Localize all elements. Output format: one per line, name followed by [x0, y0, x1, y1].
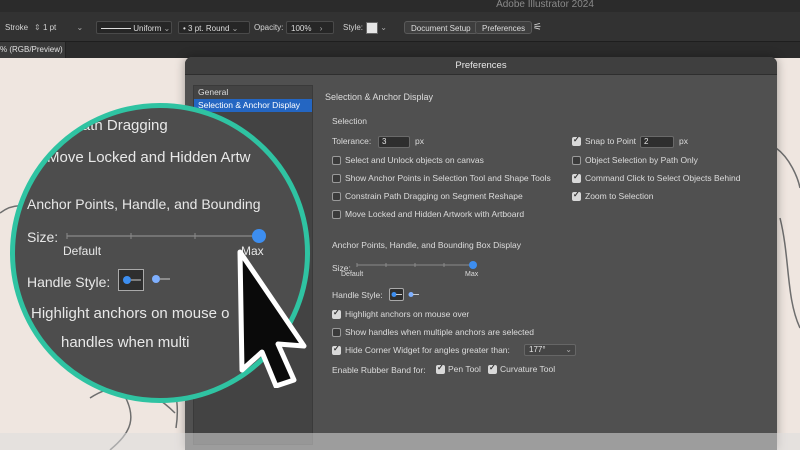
show-anchor-points-checkbox[interactable]	[332, 174, 341, 183]
tab-strip	[66, 42, 800, 58]
hide-corner-widget-label[interactable]: Hide Corner Widget for angles greater th…	[345, 345, 510, 355]
handle-solid-icon	[391, 292, 402, 297]
move-locked-checkbox[interactable]	[332, 210, 341, 219]
stroke-label[interactable]: Stroke	[5, 21, 28, 34]
snap-to-point-checkbox[interactable]	[572, 135, 581, 146]
show-handles-label[interactable]: Show handles when multiple anchors are s…	[345, 327, 534, 337]
stroke-weight-stepper[interactable]: ⇕ 1 pt ⌄	[34, 21, 83, 34]
magnified-size-label: Size:	[27, 229, 59, 245]
chevron-down-icon[interactable]: ⌄	[380, 23, 387, 32]
tolerance-input[interactable]: 3	[378, 136, 410, 148]
magnified-handles-text: handles when multi	[61, 334, 190, 351]
chevron-down-icon[interactable]: ⌄	[77, 23, 84, 32]
size-max-label: Max	[465, 271, 479, 278]
stroke-profile-value: Uniform	[133, 24, 162, 33]
bottom-bar	[0, 433, 800, 450]
chevron-right-icon[interactable]: ›	[320, 24, 323, 33]
preferences-button[interactable]: Preferences	[475, 21, 533, 34]
handle-hollow-icon	[152, 275, 170, 283]
zoom-to-selection-checkbox[interactable]	[572, 190, 581, 201]
stroke-line-preview	[101, 28, 131, 30]
corner-angle-select[interactable]: 177° ⌄	[524, 344, 576, 356]
chevron-down-icon: ⌄	[565, 345, 572, 354]
magnified-highlight-text: Highlight anchors on mouse o	[31, 305, 230, 322]
arrow-cursor-icon	[237, 249, 307, 388]
opacity-label[interactable]: Opacity:	[254, 21, 283, 34]
highlight-anchors-label[interactable]: Highlight anchors on mouse over	[345, 309, 469, 319]
handle-hollow-icon	[408, 292, 419, 297]
magnified-handle-style-label: Handle Style:	[27, 274, 111, 290]
pen-tool-checkbox[interactable]	[436, 363, 445, 374]
magnified-slider-knob	[252, 229, 266, 243]
control-bar: Stroke ⇕ 1 pt ⌄ Uniform ⌄ • 3 pt. Round …	[0, 12, 800, 42]
tolerance-unit: px	[415, 136, 424, 146]
size-default-label: Default	[341, 271, 364, 278]
app-titlebar: Adobe Illustrator 2024	[0, 0, 800, 12]
magnified-constrain-text: strain Path Dragging	[31, 117, 168, 134]
dialog-header: Preferences	[185, 57, 777, 75]
arrange-icon[interactable]: ⚟	[533, 21, 542, 34]
brush-value: 3 pt. Round	[188, 24, 230, 33]
handle-style-hollow-option[interactable]	[406, 288, 421, 301]
snap-unit: px	[679, 136, 688, 146]
selection-section-title: Selection	[332, 116, 367, 126]
show-handles-checkbox[interactable]	[332, 328, 341, 337]
nav-item-general[interactable]: General	[194, 86, 312, 99]
move-locked-label[interactable]: Move Locked and Hidden Artwork with Artb…	[345, 209, 524, 219]
style-select[interactable]: ⌄	[366, 21, 387, 34]
opacity-field[interactable]: 100% ›	[286, 21, 334, 34]
dialog-title: Preferences	[455, 60, 507, 71]
document-tab[interactable]: % (RGB/Preview)	[0, 42, 66, 58]
stroke-profile-select[interactable]: Uniform ⌄	[96, 21, 172, 34]
curvature-tool-checkbox[interactable]	[488, 363, 497, 374]
magnified-default-label: Default	[63, 244, 102, 258]
corner-angle-value: 177°	[529, 345, 546, 354]
command-click-checkbox[interactable]	[572, 172, 581, 183]
document-setup-button[interactable]: Document Setup	[404, 21, 478, 34]
chevron-down-icon: ⌄	[231, 24, 239, 33]
object-selection-path-label[interactable]: Object Selection by Path Only	[585, 155, 698, 165]
zoom-to-selection-label[interactable]: Zoom to Selection	[585, 191, 654, 201]
stepper-icon[interactable]: ⇕	[34, 23, 41, 32]
nav-item-selection-anchor-display[interactable]: Selection & Anchor Display	[194, 99, 312, 112]
pane-heading: Selection & Anchor Display	[325, 92, 434, 102]
object-selection-path-checkbox[interactable]	[572, 156, 581, 165]
snap-to-point-label[interactable]: Snap to Point	[585, 136, 636, 146]
constrain-path-label[interactable]: Constrain Path Dragging on Segment Resha…	[345, 191, 523, 201]
handle-style-label: Handle Style:	[332, 290, 383, 300]
magnified-anchor-heading: Anchor Points, Handle, and Bounding	[27, 196, 261, 212]
anchor-section-title: Anchor Points, Handle, and Bounding Box …	[332, 240, 522, 250]
stroke-weight-value[interactable]: 1 pt	[43, 23, 56, 32]
magnified-handle-hollow-option	[148, 269, 174, 291]
style-swatch[interactable]	[366, 21, 378, 34]
select-unlock-checkbox[interactable]	[332, 156, 341, 165]
constrain-path-checkbox[interactable]	[332, 192, 341, 201]
size-slider[interactable]	[355, 259, 479, 271]
rubber-band-label: Enable Rubber Band for:	[332, 365, 426, 375]
style-label: Style:	[343, 23, 364, 32]
show-anchor-points-label[interactable]: Show Anchor Points in Selection Tool and…	[345, 173, 551, 183]
highlight-anchors-checkbox[interactable]	[332, 308, 341, 319]
brush-select[interactable]: • 3 pt. Round ⌄	[178, 21, 250, 34]
magnified-move-locked-text: Move Locked and Hidden Artw	[47, 149, 251, 166]
handle-solid-icon	[123, 276, 141, 284]
command-click-label[interactable]: Command Click to Select Objects Behind	[585, 173, 740, 183]
brush-dot-icon: •	[183, 24, 186, 33]
chevron-down-icon: ⌄	[163, 24, 171, 33]
magnified-handle-solid-option	[118, 269, 144, 291]
snap-to-point-input[interactable]: 2	[640, 136, 674, 148]
settings-pane: Selection & Anchor Display Selection Tol…	[319, 75, 777, 450]
curvature-tool-label[interactable]: Curvature Tool	[500, 364, 555, 374]
handle-style-solid-option[interactable]	[389, 288, 404, 301]
hide-corner-widget-checkbox[interactable]	[332, 344, 341, 355]
select-unlock-label[interactable]: Select and Unlock objects on canvas	[345, 155, 484, 165]
tolerance-label: Tolerance:	[332, 136, 372, 146]
opacity-value[interactable]: 100%	[291, 24, 311, 33]
app-title: Adobe Illustrator 2024	[496, 0, 594, 10]
size-slider-knob[interactable]	[469, 261, 477, 269]
pen-tool-label[interactable]: Pen Tool	[448, 364, 481, 374]
